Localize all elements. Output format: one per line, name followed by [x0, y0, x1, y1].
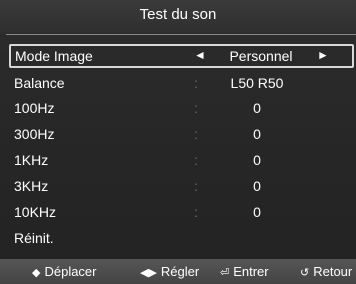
enter-icon: ⏎	[220, 267, 230, 279]
arrow-right-icon[interactable]: ►	[317, 48, 329, 62]
menu-item-label: Mode Image	[15, 48, 93, 64]
menu-item-1khz[interactable]: 1KHz : 0	[0, 148, 356, 172]
value-separator: :	[194, 126, 198, 142]
return-icon: ↺	[300, 267, 310, 279]
menu-item-reset[interactable]: Réinit.	[0, 226, 356, 250]
value-separator: :	[194, 152, 198, 168]
settings-list: Mode Image ◄ Personnel ► Balance : L50 R…	[0, 41, 356, 259]
hint-label: Entrer	[233, 264, 269, 279]
hint-label: Régler	[160, 264, 200, 279]
sound-test-menu: Test du son Mode Image ◄ Personnel ► Bal…	[0, 0, 356, 284]
menu-item-balance[interactable]: Balance : L50 R50	[0, 71, 356, 95]
menu-title: Test du son	[139, 6, 217, 23]
value-separator: :	[194, 100, 198, 116]
menu-item-label: 10KHz	[14, 204, 57, 220]
menu-item-value: 0	[253, 204, 261, 220]
menu-item-value: 0	[253, 178, 261, 194]
left-right-icon: ◀▶	[140, 267, 157, 279]
menu-item-value: 0	[253, 100, 261, 116]
hint-adjust: ◀▶ Régler	[140, 264, 199, 279]
menu-item-label: Réinit.	[14, 230, 54, 246]
title-bar: Test du son	[0, 0, 356, 33]
menu-item-100hz[interactable]: 100Hz : 0	[0, 96, 356, 120]
title-divider	[6, 34, 356, 35]
value-separator: :	[194, 75, 198, 91]
menu-item-label: 100Hz	[14, 100, 55, 116]
hint-return: ↺ Retour	[300, 264, 352, 279]
hint-enter: ⏎ Entrer	[220, 264, 269, 279]
up-down-icon: ◆	[32, 267, 41, 279]
hint-label: Retour	[313, 264, 353, 279]
menu-item-value: Personnel	[229, 48, 293, 64]
menu-item-value: L50 R50	[230, 75, 284, 91]
menu-item-value: 0	[253, 126, 261, 142]
menu-item-label: 1KHz	[14, 152, 49, 168]
menu-item-300hz[interactable]: 300Hz : 0	[0, 122, 356, 146]
menu-item-label: 3KHz	[14, 178, 49, 194]
button-hint-bar: ◆ Déplacer ◀▶ Régler ⏎ Entrer ↺ Retour	[0, 259, 356, 284]
menu-item-label: 300Hz	[14, 126, 55, 142]
hint-label: Déplacer	[44, 264, 97, 279]
menu-item-10khz[interactable]: 10KHz : 0	[0, 200, 356, 224]
menu-item-value: 0	[253, 152, 261, 168]
value-separator: :	[194, 204, 198, 220]
hint-move: ◆ Déplacer	[32, 264, 97, 279]
menu-item-3khz[interactable]: 3KHz : 0	[0, 174, 356, 198]
arrow-left-icon[interactable]: ◄	[194, 48, 206, 62]
menu-item-mode-image[interactable]: Mode Image ◄ Personnel ►	[9, 44, 354, 68]
value-separator: :	[194, 178, 198, 194]
menu-item-label: Balance	[14, 75, 65, 91]
